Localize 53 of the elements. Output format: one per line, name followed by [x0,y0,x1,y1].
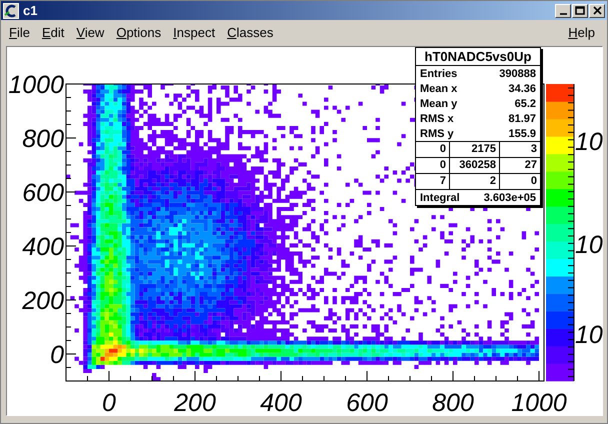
stat-grid-cell: 360258 [450,158,500,174]
y-axis-label: 0 [50,341,64,369]
stat-label: Integral [420,192,460,204]
stat-grid-cell: 2175 [450,142,500,158]
menu-item[interactable]: Classes [223,22,278,42]
window-title: c1 [23,3,38,18]
stat-value: 3.603e+05 [484,192,536,204]
stat-grid-cell: 7 [416,174,450,190]
stat-label: RMS y [420,128,454,140]
y-axis-label: 1000 [8,71,64,99]
stat-value: 65.2 [514,98,536,110]
y-axis-label: 400 [22,233,64,261]
stat-value: 34.36 [508,83,536,95]
maximize-button[interactable] [572,4,588,18]
x-axis-label: 800 [432,389,474,415]
stat-grid-cell: 2 [450,174,500,190]
stat-value: 81.97 [508,113,536,125]
heatmap-peak-bins [100,332,144,361]
menu-item[interactable]: File [5,22,34,42]
stat-grid-cell: 0 [500,174,540,190]
stat-value: 390888 [499,68,536,80]
menu-item[interactable]: Options [112,22,166,42]
stat-label: Mean x [420,83,458,95]
close-icon [592,6,602,15]
menu-item[interactable]: Edit [38,22,68,42]
stat-value: 155.9 [508,128,536,140]
stat-label: Entries [420,68,458,80]
stat-grid-cell: 0 [416,158,450,174]
x-axis-label: 600 [346,389,388,415]
close-button[interactable] [589,4,605,18]
y-axis-label: 200 [22,287,64,315]
x-axis-label: 400 [260,389,302,415]
y-axis-label: 600 [22,179,64,207]
minimize-icon [560,12,566,14]
stat-label: RMS x [420,113,454,125]
color-scale-label: 10 [575,128,603,156]
x-axis-label: 200 [174,389,216,415]
stat-grid-cell: 0 [416,142,450,158]
x-axis-label: 0 [102,389,116,415]
color-scale-label: 10 [575,321,603,349]
stat-label: Mean y [420,98,458,110]
color-scale-label: 10 [575,231,603,259]
stats-title: hT0NADC5vs0Up [416,48,540,66]
y-axis-label: 800 [22,125,64,153]
x-axis-label: 1000 [511,389,567,415]
menu-item[interactable]: View [72,22,108,42]
menu-item[interactable]: Inspect [169,22,220,42]
maximize-icon [575,6,585,15]
app-icon [3,2,19,18]
stat-grid-cell: 3 [500,142,540,158]
stat-grid-cell: 27 [500,158,540,174]
minimize-button[interactable] [555,4,571,18]
menu-item[interactable]: Help [564,22,599,42]
